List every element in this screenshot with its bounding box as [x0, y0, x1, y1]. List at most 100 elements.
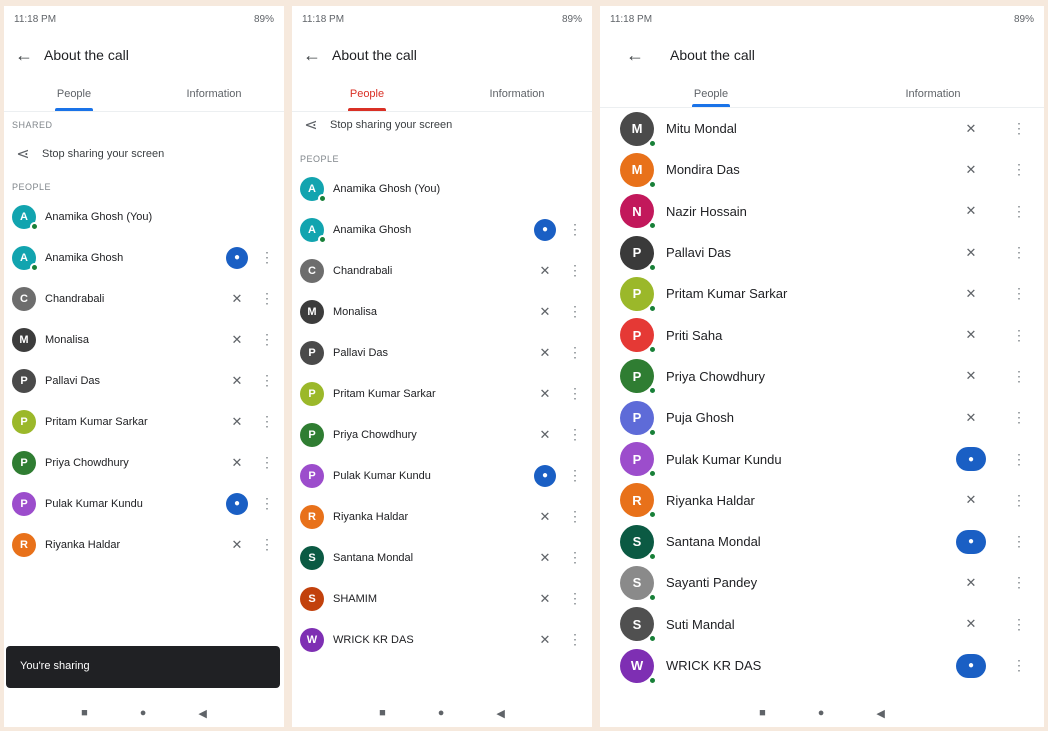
- video-camera-icon[interactable]: ●: [226, 492, 248, 515]
- participant-row[interactable]: S Santana Mondal ● ⋮: [600, 521, 1044, 562]
- back-arrow-icon[interactable]: ←: [600, 45, 670, 66]
- participant-row[interactable]: P Pritam Kumar Sarkar ✕ ⋮: [292, 373, 592, 414]
- participant-row[interactable]: M Monalisa ✕ ⋮: [4, 319, 284, 360]
- participant-row[interactable]: W WRICK KR DAS ✕ ⋮: [292, 619, 592, 660]
- participant-row[interactable]: P Priya Chowdhury ✕ ⋮: [600, 356, 1044, 397]
- stop-sharing-row[interactable]: ⋖ Stop sharing your screen: [4, 134, 284, 174]
- home-nav-icon[interactable]: ●: [140, 707, 147, 719]
- more-options-icon[interactable]: ⋮: [564, 221, 586, 238]
- tab-bar: People Information: [4, 78, 284, 112]
- back-nav-icon[interactable]: ◀: [198, 707, 206, 720]
- recents-nav-icon[interactable]: ■: [81, 707, 88, 719]
- more-options-icon[interactable]: ⋮: [564, 426, 586, 443]
- more-options-icon[interactable]: ⋮: [1008, 368, 1030, 385]
- tab-people[interactable]: People: [292, 78, 442, 111]
- participant-row[interactable]: P Pallavi Das ✕ ⋮: [4, 360, 284, 401]
- more-options-icon[interactable]: ⋮: [1008, 203, 1030, 220]
- more-options-icon[interactable]: ⋮: [1008, 409, 1030, 426]
- participant-row[interactable]: P Priti Saha ✕ ⋮: [600, 314, 1044, 355]
- more-options-icon[interactable]: ⋮: [1008, 285, 1030, 302]
- participant-row[interactable]: W WRICK KR DAS ● ⋮: [600, 645, 1044, 686]
- more-options-icon[interactable]: ⋮: [256, 290, 278, 307]
- participant-row[interactable]: P Priya Chowdhury ✕ ⋮: [4, 442, 284, 483]
- participant-row[interactable]: P Pallavi Das ✕ ⋮: [600, 232, 1044, 273]
- participant-row[interactable]: C Chandrabali ✕ ⋮: [292, 250, 592, 291]
- participant-row[interactable]: P Pulak Kumar Kundu ● ⋮: [600, 438, 1044, 479]
- video-camera-icon[interactable]: ●: [956, 529, 986, 554]
- video-camera-icon[interactable]: ●: [534, 464, 556, 487]
- participant-row[interactable]: A Anamika Ghosh ● ⋮: [292, 209, 592, 250]
- back-nav-icon[interactable]: ◀: [876, 707, 884, 720]
- avatar-initial: P: [632, 410, 642, 426]
- tab-information[interactable]: Information: [442, 78, 592, 111]
- more-options-icon[interactable]: ⋮: [564, 631, 586, 648]
- more-options-icon[interactable]: ⋮: [256, 454, 278, 471]
- back-arrow-icon[interactable]: ←: [4, 45, 44, 66]
- more-options-icon[interactable]: ⋮: [564, 508, 586, 525]
- participant-row[interactable]: P Pulak Kumar Kundu ● ⋮: [4, 483, 284, 524]
- participant-row[interactable]: R Riyanka Haldar ✕ ⋮: [292, 496, 592, 537]
- more-options-icon[interactable]: ⋮: [256, 372, 278, 389]
- more-options-icon[interactable]: ⋮: [564, 549, 586, 566]
- participant-row[interactable]: P Pritam Kumar Sarkar ✕ ⋮: [600, 273, 1044, 314]
- avatar: P: [12, 450, 36, 475]
- video-camera-icon[interactable]: ●: [956, 447, 986, 472]
- participant-row[interactable]: P Pritam Kumar Sarkar ✕ ⋮: [4, 401, 284, 442]
- participant-row[interactable]: R Riyanka Haldar ✕ ⋮: [600, 480, 1044, 521]
- more-options-icon[interactable]: ⋮: [1008, 244, 1030, 261]
- more-options-icon[interactable]: ⋮: [1008, 657, 1030, 674]
- participant-row[interactable]: S Sayanti Pandey ✕ ⋮: [600, 562, 1044, 603]
- video-camera-icon[interactable]: ●: [534, 218, 556, 241]
- participant-row[interactable]: P Puja Ghosh ✕ ⋮: [600, 397, 1044, 438]
- participant-row[interactable]: S Santana Mondal ✕ ⋮: [292, 537, 592, 578]
- more-options-icon[interactable]: ⋮: [1008, 120, 1030, 137]
- home-nav-icon[interactable]: ●: [818, 707, 825, 719]
- more-options-icon[interactable]: ⋮: [256, 413, 278, 430]
- more-options-icon[interactable]: ⋮: [1008, 492, 1030, 509]
- video-camera-icon[interactable]: ●: [226, 246, 248, 269]
- more-options-icon[interactable]: ⋮: [564, 344, 586, 361]
- more-options-icon[interactable]: ⋮: [564, 590, 586, 607]
- more-options-icon[interactable]: ⋮: [256, 495, 278, 512]
- participant-row[interactable]: R Riyanka Haldar ✕ ⋮: [4, 524, 284, 565]
- tab-people[interactable]: People: [600, 78, 822, 107]
- tab-information[interactable]: Information: [144, 78, 284, 111]
- video-camera-icon[interactable]: ●: [956, 653, 986, 678]
- participant-row[interactable]: S Suti Mandal ✕ ⋮: [600, 604, 1044, 645]
- back-nav-icon[interactable]: ◀: [496, 707, 504, 720]
- participant-row[interactable]: M Mondira Das ✕ ⋮: [600, 149, 1044, 190]
- participant-row[interactable]: A Anamika Ghosh (You): [4, 196, 284, 237]
- participant-row[interactable]: P Priya Chowdhury ✕ ⋮: [292, 414, 592, 455]
- section-header-people: PEOPLE: [300, 154, 340, 164]
- participant-row[interactable]: M Mitu Mondal ✕ ⋮: [600, 108, 1044, 149]
- more-options-icon[interactable]: ⋮: [564, 467, 586, 484]
- more-options-icon[interactable]: ⋮: [564, 385, 586, 402]
- tab-information[interactable]: Information: [822, 78, 1044, 107]
- more-options-icon[interactable]: ⋮: [256, 536, 278, 553]
- participant-row[interactable]: S SHAMIM ✕ ⋮: [292, 578, 592, 619]
- more-options-icon[interactable]: ⋮: [256, 331, 278, 348]
- more-options-icon[interactable]: ⋮: [256, 249, 278, 266]
- more-options-icon[interactable]: ⋮: [1008, 327, 1030, 344]
- more-options-icon[interactable]: ⋮: [1008, 451, 1030, 468]
- more-options-icon[interactable]: ⋮: [564, 303, 586, 320]
- participant-row[interactable]: M Monalisa ✕ ⋮: [292, 291, 592, 332]
- more-options-icon[interactable]: ⋮: [1008, 616, 1030, 633]
- back-arrow-icon[interactable]: ←: [292, 45, 332, 66]
- more-options-icon[interactable]: ⋮: [564, 262, 586, 279]
- more-options-icon[interactable]: ⋮: [1008, 574, 1030, 591]
- participant-name: Chandrabali: [333, 264, 393, 277]
- more-options-icon[interactable]: ⋮: [1008, 161, 1030, 178]
- participant-row[interactable]: C Chandrabali ✕ ⋮: [4, 278, 284, 319]
- participant-row[interactable]: N Nazir Hossain ✕ ⋮: [600, 191, 1044, 232]
- recents-nav-icon[interactable]: ■: [379, 707, 386, 719]
- home-nav-icon[interactable]: ●: [438, 707, 445, 719]
- more-options-icon[interactable]: ⋮: [1008, 533, 1030, 550]
- stop-sharing-row[interactable]: ⋖ Stop sharing your screen: [292, 112, 592, 138]
- participant-row[interactable]: A Anamika Ghosh ● ⋮: [4, 237, 284, 278]
- recents-nav-icon[interactable]: ■: [759, 707, 766, 719]
- participant-row[interactable]: A Anamika Ghosh (You): [292, 168, 592, 209]
- participant-row[interactable]: P Pulak Kumar Kundu ● ⋮: [292, 455, 592, 496]
- participant-row[interactable]: P Pallavi Das ✕ ⋮: [292, 332, 592, 373]
- tab-people[interactable]: People: [4, 78, 144, 111]
